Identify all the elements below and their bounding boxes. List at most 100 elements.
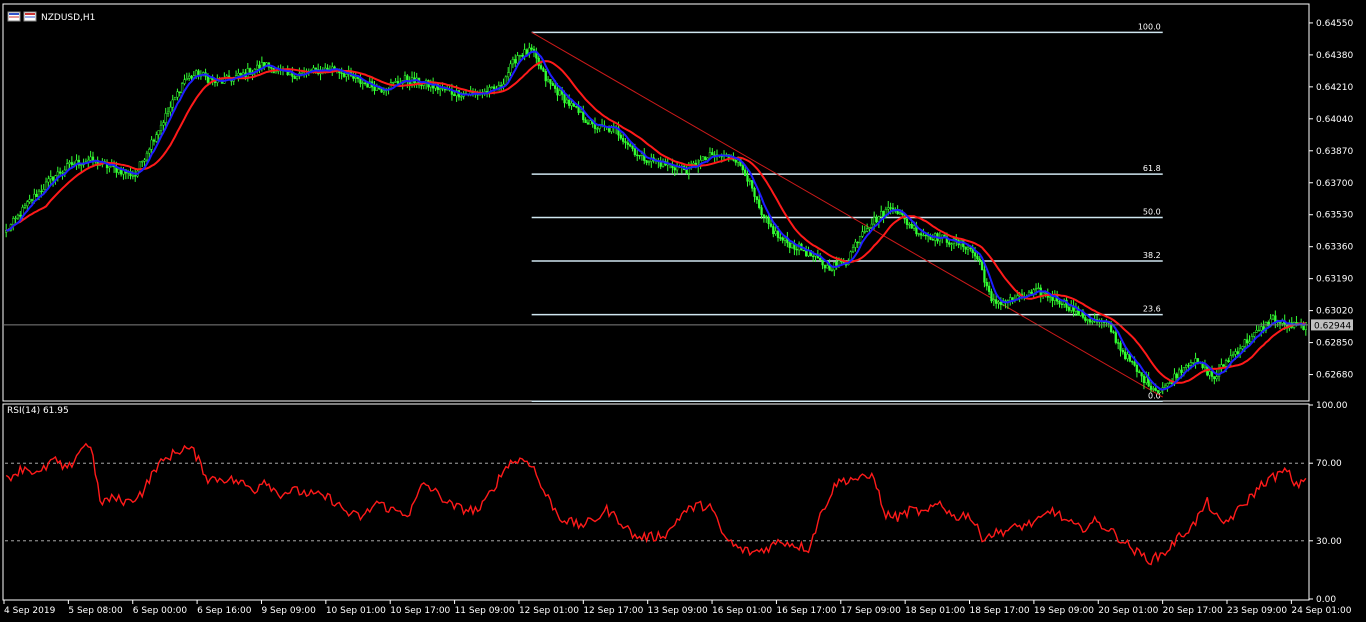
candle-body — [42, 189, 45, 192]
rsi-panel[interactable] — [2, 403, 1310, 601]
candle-body — [143, 159, 146, 162]
candle-body — [1243, 339, 1246, 347]
candle-body — [1124, 351, 1127, 360]
candle-body — [1051, 296, 1054, 301]
candle-body — [1180, 369, 1183, 373]
candle-body — [964, 246, 967, 250]
candle-body — [274, 71, 278, 74]
candle-body — [80, 164, 83, 166]
candle-body — [134, 175, 137, 177]
candle-body — [1067, 307, 1071, 311]
candle-body — [1189, 362, 1193, 366]
rsi-title: RSI(14) 61.95 — [7, 406, 69, 416]
fib-level-label: 100.0 — [1138, 22, 1161, 31]
candle-body — [1210, 371, 1214, 377]
candle-body — [950, 243, 953, 245]
candle-body — [891, 207, 895, 210]
candle-body — [917, 233, 920, 235]
candle-body — [551, 83, 554, 86]
candle-body — [539, 65, 543, 69]
time-tick-label: 20 Sep 17:00 — [1163, 606, 1223, 616]
candle-body — [783, 237, 787, 241]
candle-body — [823, 264, 827, 269]
candle-body — [861, 231, 864, 237]
candle-body — [1248, 341, 1251, 344]
candle-body — [624, 141, 627, 144]
candle-body — [1222, 364, 1225, 367]
candle-body — [788, 242, 791, 248]
candle-body — [460, 96, 463, 98]
candle-body — [1011, 297, 1014, 301]
candle-body — [521, 55, 524, 57]
candle-body — [577, 106, 580, 113]
candle-body — [983, 269, 986, 283]
candle-body — [16, 214, 20, 219]
candle-body — [790, 243, 794, 248]
chart-window-icon[interactable] — [7, 11, 21, 22]
candle-body — [1182, 367, 1185, 373]
candle-body — [1145, 377, 1148, 383]
candle-body — [987, 285, 991, 292]
candle-body — [1156, 390, 1160, 393]
candle-body — [622, 138, 625, 142]
candle-body — [514, 59, 517, 64]
candle-body — [819, 257, 822, 261]
candle-body — [758, 199, 761, 208]
candle-body — [1044, 292, 1047, 294]
candle-body — [586, 122, 590, 125]
candle-body — [1203, 365, 1207, 368]
chart-canvas[interactable]: NZDUSD,H1 0.64550 0.64380 0.64210 0.64040 0.… — [0, 0, 1366, 622]
candle-body — [802, 249, 805, 252]
candle-body — [999, 301, 1003, 305]
candle-body — [33, 193, 36, 201]
candle-body — [256, 64, 259, 70]
candle-body — [711, 152, 714, 156]
candle-body — [159, 124, 163, 131]
chart-properties-icon[interactable] — [23, 11, 37, 22]
candle-body — [1168, 382, 1171, 384]
candle-body — [751, 180, 754, 189]
candle-body — [556, 88, 559, 96]
candle-body — [549, 79, 552, 84]
candle-body — [1140, 372, 1143, 377]
candle-body — [1253, 332, 1256, 337]
candle-body — [1227, 360, 1230, 362]
candle-body — [553, 85, 557, 89]
candle-body — [183, 79, 186, 84]
candle-body — [162, 122, 165, 126]
price-tick-label: 0.63700 — [1316, 179, 1353, 189]
candle-body — [1126, 353, 1129, 360]
candle-body — [525, 49, 529, 55]
candle-body — [969, 247, 972, 249]
time-tick-label: 10 Sep 17:00 — [390, 606, 450, 616]
candle-body — [772, 226, 775, 235]
time-tick-label: 5 Sep 08:00 — [68, 606, 123, 616]
candle-body — [575, 106, 578, 108]
candle-body — [781, 237, 784, 241]
candle-body — [973, 252, 977, 257]
candle-body — [206, 76, 210, 83]
candle-body — [830, 269, 834, 272]
candle-body — [629, 144, 632, 147]
candle-body — [1224, 360, 1228, 367]
price-panel[interactable] — [2, 3, 1310, 402]
candle-body — [762, 214, 766, 217]
candle-body — [976, 255, 979, 260]
candle-body — [882, 210, 885, 217]
candle-body — [856, 241, 859, 244]
price-tick-label: 0.63360 — [1316, 243, 1353, 253]
candle-body — [865, 228, 869, 232]
candle-body — [185, 78, 188, 81]
time-tick-label: 23 Sep 09:00 — [1227, 606, 1287, 616]
candle-body — [584, 119, 587, 124]
current-price-label: 0.62944 — [1314, 321, 1351, 331]
candle-body — [638, 155, 641, 157]
time-tick-label: 12 Sep 01:00 — [519, 606, 579, 616]
candle-body — [1236, 351, 1239, 354]
candle-body — [636, 154, 639, 156]
candle-body — [1271, 315, 1275, 320]
candle-body — [912, 225, 916, 229]
candle-body — [1187, 365, 1190, 367]
candle-body — [47, 178, 50, 183]
candle-body — [741, 165, 744, 171]
